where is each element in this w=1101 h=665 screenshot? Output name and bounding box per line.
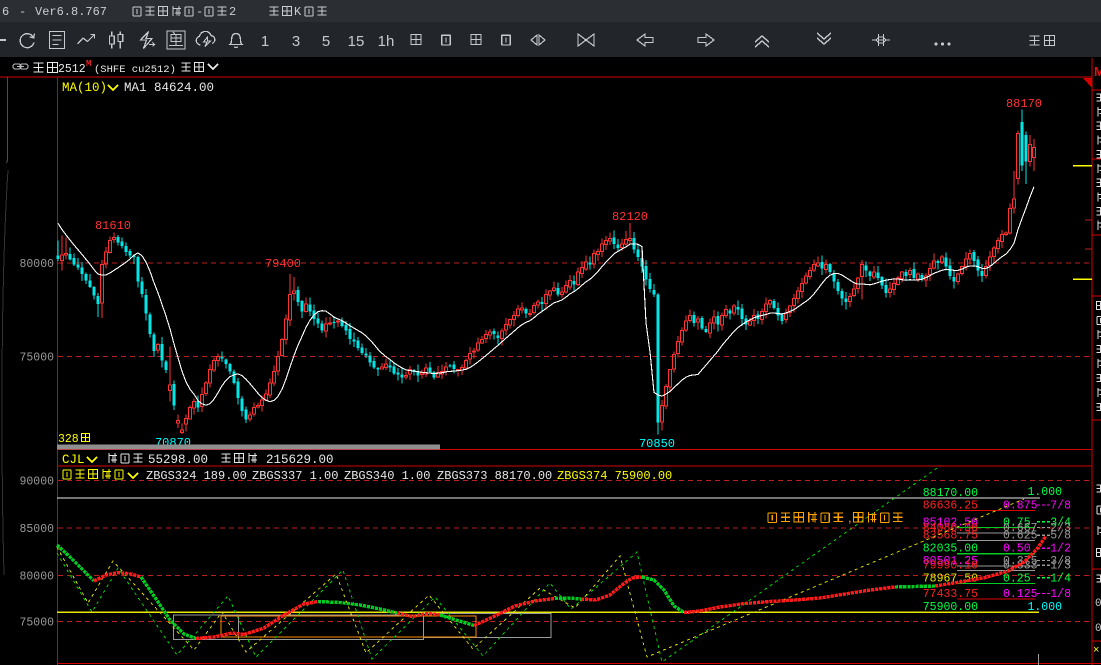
svg-text:80000: 80000	[19, 258, 54, 271]
svg-text:75000: 75000	[19, 352, 54, 365]
svg-text:88170.00: 88170.00	[923, 487, 978, 500]
svg-text:Ver6.8.767: Ver6.8.767	[35, 5, 107, 19]
svg-text:55298.00: 55298.00	[148, 453, 208, 467]
svg-text:3: 3	[292, 33, 300, 50]
svg-text:83568.75: 83568.75	[923, 530, 978, 543]
svg-text:,: ,	[848, 510, 852, 525]
svg-text:5: 5	[322, 33, 330, 50]
svg-text:1/2: 1/2	[1050, 543, 1071, 556]
svg-text:1/8: 1/8	[1050, 588, 1071, 601]
svg-text:82035.00: 82035.00	[923, 543, 978, 556]
svg-text:0: 0	[1095, 623, 1101, 635]
svg-text:81610: 81610	[95, 219, 131, 233]
svg-text:0.25: 0.25	[1003, 572, 1031, 585]
svg-text:5/8: 5/8	[1050, 530, 1071, 543]
svg-text:90000: 90000	[19, 476, 54, 489]
svg-text:0.875: 0.875	[1003, 500, 1038, 513]
svg-text:79990.10: 79990.10	[923, 560, 978, 573]
svg-text:2: 2	[229, 5, 236, 19]
svg-text:1/3: 1/3	[1050, 560, 1071, 573]
svg-text:-: -	[19, 5, 26, 19]
svg-text:MA(10): MA(10)	[62, 81, 107, 95]
svg-text:7/8: 7/8	[1050, 500, 1071, 513]
svg-text:1.000: 1.000	[1027, 486, 1062, 499]
svg-text:2512: 2512	[58, 63, 86, 76]
svg-text:82120: 82120	[612, 210, 648, 224]
svg-text:85000: 85000	[19, 523, 54, 536]
svg-text:1/4: 1/4	[1050, 572, 1071, 585]
svg-text:1: 1	[261, 33, 269, 50]
svg-text:70850: 70850	[639, 437, 675, 451]
svg-text:86636.25: 86636.25	[923, 500, 978, 513]
svg-text:0.50: 0.50	[1003, 543, 1031, 556]
svg-text:75900.00: 75900.00	[923, 601, 978, 614]
svg-text:88170: 88170	[1006, 97, 1042, 111]
svg-text:15: 15	[348, 33, 365, 50]
svg-text:(SHFE cu2512): (SHFE cu2512)	[94, 64, 176, 76]
svg-text:75000: 75000	[19, 616, 54, 629]
svg-text:CJL: CJL	[62, 453, 85, 467]
svg-text:1h: 1h	[378, 33, 395, 50]
svg-text:×: ×	[1093, 644, 1099, 656]
svg-text:M: M	[1094, 64, 1101, 79]
svg-text:6: 6	[2, 5, 9, 19]
svg-text:0.625: 0.625	[1003, 530, 1038, 543]
svg-text:0.125: 0.125	[1003, 588, 1038, 601]
svg-text:79400: 79400	[265, 257, 301, 271]
svg-text:328: 328	[58, 433, 79, 446]
svg-text:K: K	[294, 5, 302, 19]
svg-text:1.000: 1.000	[1027, 601, 1062, 614]
svg-text:M: M	[86, 59, 91, 69]
svg-text:-: -	[196, 5, 203, 19]
svg-text:MA1 84624.00: MA1 84624.00	[124, 81, 214, 95]
svg-text:77433.75: 77433.75	[923, 588, 978, 601]
svg-text:0: 0	[1095, 598, 1101, 610]
svg-text:215629.00: 215629.00	[266, 453, 334, 467]
svg-text:80000: 80000	[19, 570, 54, 583]
